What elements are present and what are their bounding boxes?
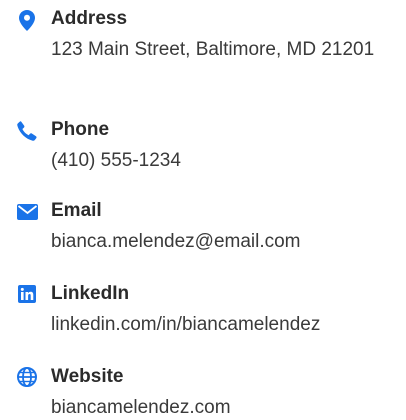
address-label: Address <box>51 8 128 29</box>
phone-icon <box>16 120 38 142</box>
contact-item-linkedin: LinkedIn linkedin.com/in/biancamelendez <box>0 283 406 345</box>
globe-icon <box>16 366 38 388</box>
website-value[interactable]: biancamelendez.com <box>51 393 401 420</box>
contact-item-phone: Phone (410) 555-1234 <box>0 119 406 181</box>
contact-list: Address 123 Main Street, Baltimore, MD 2… <box>0 0 406 420</box>
map-pin-icon <box>16 9 38 31</box>
phone-label: Phone <box>51 119 110 140</box>
contact-item-email: Email bianca.melendez@email.com <box>0 200 406 262</box>
envelope-icon <box>16 201 38 223</box>
contact-item-address: Address 123 Main Street, Baltimore, MD 2… <box>0 8 406 102</box>
linkedin-icon <box>16 283 38 305</box>
email-label: Email <box>51 200 102 221</box>
phone-value[interactable]: (410) 555-1234 <box>51 146 401 176</box>
email-value[interactable]: bianca.melendez@email.com <box>51 227 401 257</box>
linkedin-value[interactable]: linkedin.com/in/biancamelendez <box>51 310 401 340</box>
contact-item-website: Website biancamelendez.com <box>0 366 406 420</box>
linkedin-label: LinkedIn <box>51 283 130 304</box>
address-value: 123 Main Street, Baltimore, MD 21201 <box>51 39 375 60</box>
website-label: Website <box>51 366 124 387</box>
